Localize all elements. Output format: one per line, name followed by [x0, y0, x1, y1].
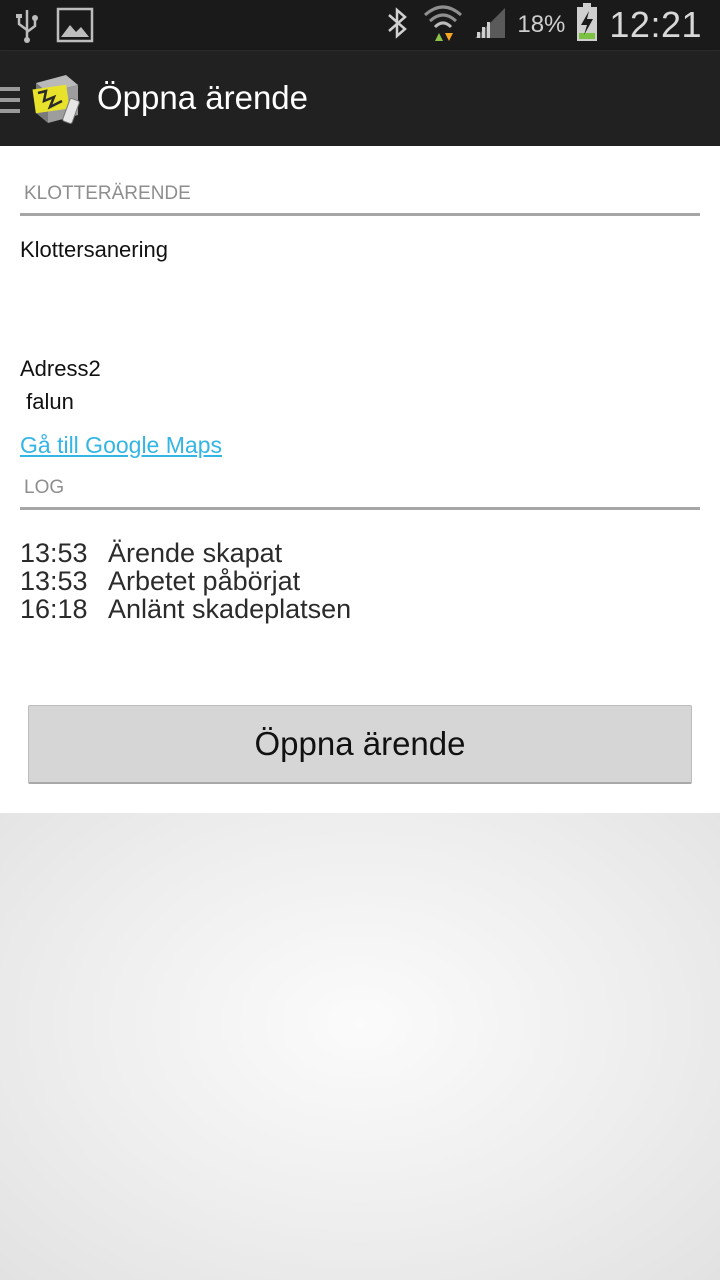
- drawer-icon[interactable]: [0, 87, 20, 120]
- content-area: KLOTTERÄRENDE Klottersanering Adress2 fa…: [0, 146, 720, 813]
- case-type: Klottersanering: [20, 237, 168, 262]
- log-time: 13:53: [20, 538, 88, 568]
- open-case-button[interactable]: Öppna ärende: [28, 705, 692, 784]
- bluetooth-icon: [383, 5, 413, 46]
- battery-charging-icon: [575, 2, 599, 48]
- log-text: Ärende skapat: [108, 538, 283, 568]
- log-section-title: LOG: [24, 477, 65, 498]
- empty-background: [0, 813, 720, 1280]
- case-section-title: KLOTTERÄRENDE: [24, 183, 191, 204]
- app-logo-icon[interactable]: [30, 71, 84, 127]
- list-item: 16:18 Anlänt skadeplatsen: [20, 595, 351, 623]
- case-section-header: KLOTTERÄRENDE: [20, 177, 700, 216]
- log-section-header: LOG: [20, 471, 700, 510]
- address-label: Adress2: [20, 356, 101, 381]
- battery-percent: 18%: [517, 11, 566, 38]
- page-title: Öppna ärende: [97, 79, 309, 116]
- log-time: 13:53: [20, 566, 88, 596]
- list-item: 13:53 Arbetet påbörjat: [20, 567, 351, 595]
- list-item: 13:53 Ärende skapat: [20, 539, 351, 567]
- log-text: Anlänt skadeplatsen: [108, 594, 352, 624]
- usb-icon: [14, 6, 40, 49]
- log-text: Arbetet påbörjat: [108, 566, 301, 596]
- log-time: 16:18: [20, 594, 88, 624]
- status-bar: 18% 12:21: [0, 0, 720, 50]
- signal-icon: [473, 6, 507, 45]
- address-city: falun: [20, 389, 74, 414]
- action-bar: Öppna ärende: [0, 50, 720, 147]
- log-list: 13:53 Ärende skapat 13:53 Arbetet påbörj…: [20, 539, 351, 623]
- clock: 12:21: [609, 4, 702, 45]
- google-maps-link[interactable]: Gå till Google Maps: [20, 432, 222, 459]
- wifi-icon: [423, 3, 463, 48]
- image-icon: [56, 7, 94, 48]
